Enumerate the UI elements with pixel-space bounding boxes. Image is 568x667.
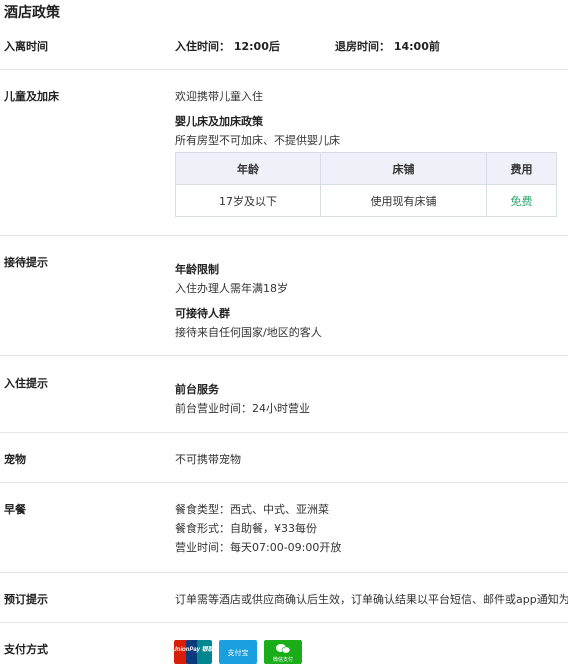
section-label: 预订提示 bbox=[4, 593, 48, 606]
section-label: 支付方式 bbox=[4, 643, 48, 656]
section-label: 宠物 bbox=[4, 453, 26, 466]
breakfast-hours: 营业时间：每天07:00-09:00开放 bbox=[175, 541, 342, 554]
section-label: 入住提示 bbox=[4, 377, 48, 390]
table-cell: 免费 bbox=[486, 184, 557, 217]
section-label: 早餐 bbox=[4, 503, 26, 516]
section-label: 儿童及加床 bbox=[4, 90, 59, 103]
alipay-icon: 支付宝 bbox=[219, 640, 257, 664]
crib-policy-desc: 所有房型不可加床、不提供婴儿床 bbox=[175, 134, 340, 147]
section-pets bbox=[0, 433, 568, 483]
table-cell: 17岁及以下 bbox=[175, 184, 321, 217]
front-desk-title: 前台服务 bbox=[175, 383, 219, 396]
wechat-pay-label: 微信支付 bbox=[273, 656, 293, 663]
guests-title: 可接待人群 bbox=[175, 307, 230, 320]
table-header: 床铺 bbox=[320, 152, 487, 185]
breakfast-form: 餐食形式：自助餐，¥33每份 bbox=[175, 522, 317, 535]
table-header: 费用 bbox=[486, 152, 557, 185]
table-header: 年龄 bbox=[175, 152, 321, 185]
checkout-time: 退房时间： 14:00前 bbox=[335, 40, 440, 53]
section-checkin-tips bbox=[0, 356, 568, 433]
section-label: 入离时间 bbox=[4, 40, 48, 53]
alipay-label: 支付宝 bbox=[228, 648, 249, 657]
front-desk-desc: 前台营业时间：24小时营业 bbox=[175, 402, 310, 415]
table-cell: 使用现有床铺 bbox=[320, 184, 487, 217]
children-welcome: 欢迎携带儿童入住 bbox=[175, 90, 263, 103]
age-limit-title: 年龄限制 bbox=[175, 263, 219, 276]
unionpay-label: UnionPay 银联 bbox=[174, 645, 212, 653]
crib-policy-title: 婴儿床及加床政策 bbox=[175, 115, 263, 128]
unionpay-icon: UnionPay 银联 bbox=[172, 640, 215, 664]
breakfast-type: 餐食类型：西式、中式、亚洲菜 bbox=[175, 503, 329, 516]
age-limit-desc: 入住办理人需年满18岁 bbox=[175, 282, 288, 295]
checkin-time: 入住时间： 12:00后 bbox=[175, 40, 280, 53]
table-row: 17岁及以下 使用现有床铺 免费 bbox=[175, 184, 557, 217]
page-title: 酒店政策 bbox=[4, 5, 60, 21]
section-label: 接待提示 bbox=[4, 256, 48, 269]
guests-desc: 接待来自任何国家/地区的客人 bbox=[175, 326, 322, 339]
wechat-pay-icon: 微信支付 bbox=[264, 640, 302, 664]
bed-policy-table: 年龄 床铺 费用 17岁及以下 使用现有床铺 免费 bbox=[175, 152, 557, 217]
booking-desc: 订单需等酒店或供应商确认后生效，订单确认结果以平台短信、邮件或app通知为准。 bbox=[175, 593, 568, 606]
pets-desc: 不可携带宠物 bbox=[175, 453, 241, 466]
section-checkin-time: 入离时间 入住时间： 12:00后 退房时间： 14:00前 bbox=[0, 24, 568, 70]
